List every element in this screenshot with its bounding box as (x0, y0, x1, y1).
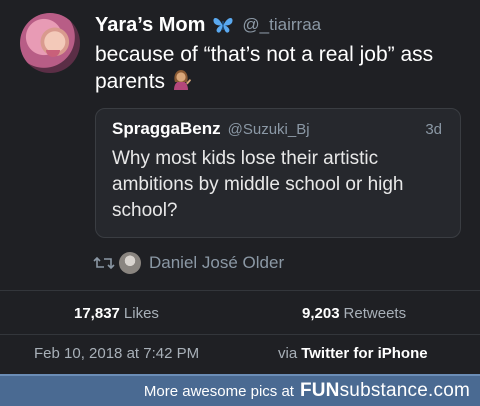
brand-fun: FUN (299, 380, 340, 401)
quoted-display-name: SpraggaBenz (112, 119, 221, 138)
handle[interactable]: @_tiairraa (242, 15, 321, 35)
tweet-date: Feb 10, 2018 at 7:42 PM (34, 345, 200, 362)
retweets-count: 9,203 (302, 305, 340, 322)
likes-count: 17,837 (74, 305, 120, 322)
tweet-stats: 17,837 Likes 9,203 Retweets (0, 300, 480, 328)
tweet: Yara’s Mom @_tiairraa because of “that’s… (0, 0, 480, 374)
likes-stat[interactable]: 17,837 Likes (74, 305, 159, 322)
avatar[interactable] (20, 13, 80, 73)
quoted-tweet-header: SpraggaBenz @Suzuki_Bj (112, 119, 310, 139)
quoted-tweet[interactable]: SpraggaBenz @Suzuki_Bj 3d Why most kids … (95, 108, 461, 238)
tweet-text: because of “that’s not a real job” ass p… (95, 41, 465, 95)
brand-logo-text: FUNsubstance.com (300, 380, 470, 402)
footer-text: More awesome pics at (143, 382, 294, 400)
retweeter-avatar (119, 252, 141, 274)
retweet-icon (93, 256, 115, 270)
retweets-label: Retweets (343, 305, 407, 322)
woman-tipping-hand-icon (174, 70, 192, 90)
likes-label: Likes (123, 305, 159, 322)
tweet-source: via Twitter for iPhone (278, 345, 428, 362)
tweet-header: Yara’s Mom @_tiairraa (95, 12, 321, 38)
divider (0, 290, 480, 291)
via-source-link[interactable]: Twitter for iPhone (301, 345, 427, 362)
retweeter-name: Daniel José Older (149, 253, 285, 272)
display-name[interactable]: Yara’s Mom (95, 14, 205, 37)
via-label: via (278, 345, 298, 362)
tweet-text-content: because of “that’s not a real job” ass p… (95, 43, 434, 93)
site-footer-banner[interactable]: More awesome pics at FUNsubstance.com (0, 374, 480, 406)
butterfly-icon (213, 17, 233, 33)
retweeted-by[interactable]: Daniel José Older (93, 251, 284, 275)
divider (0, 334, 480, 335)
quoted-handle: @Suzuki_Bj (227, 120, 310, 138)
retweets-stat[interactable]: 9,203 Retweets (302, 305, 406, 322)
quoted-timestamp: 3d (425, 121, 442, 138)
tweet-meta: Feb 10, 2018 at 7:42 PM via Twitter for i… (0, 340, 480, 368)
quoted-tweet-text: Why most kids lose their artistic ambiti… (112, 148, 404, 221)
brand-rest: substance.com (339, 380, 470, 401)
